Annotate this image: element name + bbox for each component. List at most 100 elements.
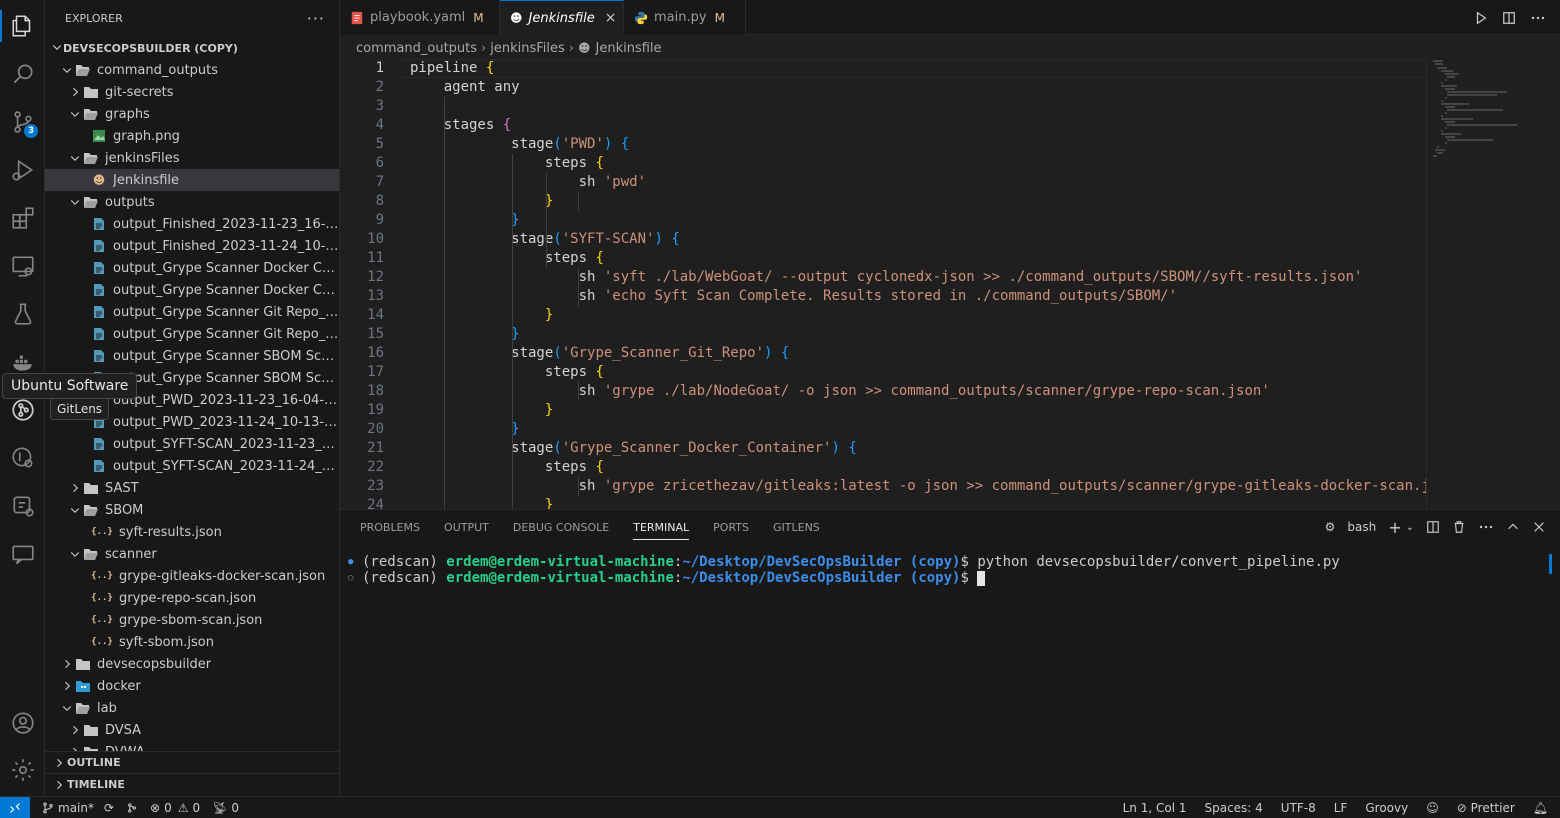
tab-jenkinsfile[interactable]: ☻ Jenkinsfile × xyxy=(500,0,624,35)
extensions-icon[interactable] xyxy=(0,198,45,238)
close-icon[interactable]: × xyxy=(605,10,617,26)
tab-debug-console[interactable]: DEBUG CONSOLE xyxy=(513,510,609,544)
language-mode[interactable]: Groovy xyxy=(1365,801,1408,815)
terminal-command: $ xyxy=(960,570,978,586)
notifications-bell-icon[interactable]: 🔔︎ xyxy=(1533,801,1548,815)
outline-label: OUTLINE xyxy=(67,756,121,769)
more-actions-icon[interactable] xyxy=(1530,11,1546,25)
tree-file[interactable]: output_Grype Scanner Git Repo_20... xyxy=(45,323,339,345)
breadcrumb-item[interactable]: jenkinsFiles xyxy=(490,41,565,56)
tree-file[interactable]: output_Grype Scanner Docker Cont... xyxy=(45,279,339,301)
tree-file[interactable]: output_SYFT-SCAN_2023-11-23_16... xyxy=(45,433,339,455)
tree-folder[interactable]: lab xyxy=(45,697,339,719)
tree-folder[interactable]: jenkinsFiles xyxy=(45,147,339,169)
tab-output[interactable]: OUTPUT xyxy=(444,510,489,544)
comments-icon[interactable] xyxy=(0,534,45,574)
tree-folder[interactable]: command_outputs xyxy=(45,59,339,81)
tree-file[interactable]: {..} syft-results.json xyxy=(45,521,339,543)
search-icon[interactable] xyxy=(0,54,45,94)
run-icon[interactable] xyxy=(1474,11,1488,25)
tree-file[interactable]: {..} grype-gitleaks-docker-scan.json xyxy=(45,565,339,587)
tree-folder[interactable]: SBOM xyxy=(45,499,339,521)
tab-playbook-yaml[interactable]: playbook.yaml M xyxy=(340,0,500,35)
copilot-icon[interactable]: ☺ xyxy=(1426,801,1439,815)
chevron-right-icon xyxy=(67,722,83,738)
tree-folder[interactable]: SAST xyxy=(45,477,339,499)
chevron-right-icon: › xyxy=(481,40,487,56)
line-number: 3 xyxy=(375,98,384,114)
timeline-label: TIMELINE xyxy=(67,778,125,791)
tree-file[interactable]: output_Finished_2023-11-24_10-13... xyxy=(45,235,339,257)
breadcrumb-item[interactable]: Jenkinsfile xyxy=(596,41,662,56)
tab-gitlens[interactable]: GITLENS xyxy=(773,510,820,544)
tree-folder[interactable]: DVSA xyxy=(45,719,339,741)
tab-problems[interactable]: PROBLEMS xyxy=(360,510,420,544)
tree-folder[interactable]: graphs xyxy=(45,103,339,125)
tree-folder[interactable]: docker xyxy=(45,675,339,697)
new-terminal-icon[interactable]: + xyxy=(1388,518,1401,537)
chevron-right-icon: › xyxy=(568,40,574,56)
tree-item-label: syft-sbom.json xyxy=(119,634,214,650)
tree-file[interactable]: output_Finished_2023-11-23_16-04... xyxy=(45,213,340,235)
manage-gear-icon[interactable] xyxy=(0,750,45,790)
tree-file[interactable]: {..} grype-repo-scan.json xyxy=(45,587,339,609)
tab-main-py[interactable]: main.py M xyxy=(624,0,746,35)
tree-item-label: graph.png xyxy=(113,128,180,144)
breadcrumb-item[interactable]: command_outputs xyxy=(356,41,477,56)
tree-file[interactable]: output_Grype Scanner Docker Cont... xyxy=(45,257,339,279)
timeline-section[interactable]: TIMELINE xyxy=(45,773,339,795)
maximize-panel-icon[interactable] xyxy=(1506,520,1520,534)
gitlens-status[interactable] xyxy=(126,802,138,814)
testing-icon[interactable] xyxy=(0,294,45,334)
source-control-icon[interactable]: 3 xyxy=(0,102,45,142)
tree-folder[interactable]: devsecopsbuilder xyxy=(45,653,339,675)
more-actions-icon[interactable]: ··· xyxy=(307,9,325,28)
chevron-down-icon[interactable]: ⌄ xyxy=(1406,522,1414,533)
prettier-label: Prettier xyxy=(1470,801,1515,815)
remote-indicator-icon[interactable] xyxy=(0,796,30,818)
end-of-line[interactable]: LF xyxy=(1334,801,1348,815)
code-editor[interactable]: 1 pipeline {2 agent any 3 4 stages {5 stage… xyxy=(340,59,1426,509)
shell-label[interactable]: bash xyxy=(1347,520,1376,534)
tree-file[interactable]: graph.png xyxy=(45,125,339,147)
sync-icon[interactable]: ⟳ xyxy=(104,801,114,815)
tree-file[interactable]: output_SYFT-SCAN_2023-11-24_10... xyxy=(45,455,339,477)
split-editor-icon[interactable] xyxy=(1502,11,1516,25)
minimap[interactable] xyxy=(1426,59,1550,509)
json-file-icon: {..} xyxy=(91,615,113,625)
tree-file[interactable]: output_Grype Scanner SBOM Scan_... xyxy=(45,345,339,367)
ports-status[interactable]: 📡︎ 0 xyxy=(212,801,239,815)
cursor-position[interactable]: Ln 1, Col 1 xyxy=(1123,801,1187,815)
branch-status[interactable]: main* ⟳ xyxy=(42,801,114,815)
explorer-icon[interactable] xyxy=(0,6,45,46)
terminal-output[interactable]: ● (redscan) erdem@erdem-virtual-machine: ~… xyxy=(348,554,1340,586)
trash-icon[interactable] xyxy=(1452,520,1466,534)
account-icon[interactable] xyxy=(0,703,45,743)
tree-folder[interactable]: DVWA xyxy=(45,741,339,751)
tree-folder[interactable]: git-secrets xyxy=(45,81,339,103)
tree-file[interactable]: ☻ Jenkinsfile xyxy=(45,169,339,191)
gitlens-inspect-icon[interactable] xyxy=(0,438,45,478)
prettier-status[interactable]: ⊘ Prettier xyxy=(1457,801,1515,815)
encoding[interactable]: UTF-8 xyxy=(1281,801,1316,815)
outline-section[interactable]: OUTLINE xyxy=(45,751,339,773)
problems-status[interactable]: ⊗ 0 ⚠ 0 xyxy=(150,801,200,815)
copilot-chat-icon[interactable] xyxy=(0,486,45,526)
tree-item-label: output_Finished_2023-11-23_16-04... xyxy=(113,216,340,232)
tree-file[interactable]: {..} grype-sbom-scan.json xyxy=(45,609,339,631)
tree-folder[interactable]: outputs xyxy=(45,191,339,213)
tree-folder[interactable]: scanner xyxy=(45,543,339,565)
remote-explorer-icon[interactable] xyxy=(0,246,45,286)
tree-file[interactable]: {..} syft-sbom.json xyxy=(45,631,339,653)
workspace-root[interactable]: DEVSECOPSBUILDER (COPY) xyxy=(45,37,238,59)
terminal-line: ○ (redscan) erdem@erdem-virtual-machine: ~… xyxy=(348,570,1340,586)
split-terminal-icon[interactable] xyxy=(1426,520,1440,534)
tab-terminal[interactable]: TERMINAL xyxy=(633,510,689,544)
indentation[interactable]: Spaces: 4 xyxy=(1204,801,1262,815)
tree-file[interactable]: output_Grype Scanner Git Repo_20... xyxy=(45,301,339,323)
close-icon[interactable] xyxy=(1532,520,1546,534)
run-debug-icon[interactable] xyxy=(0,150,45,190)
tab-ports[interactable]: PORTS xyxy=(713,510,749,544)
more-actions-icon[interactable] xyxy=(1478,520,1494,534)
